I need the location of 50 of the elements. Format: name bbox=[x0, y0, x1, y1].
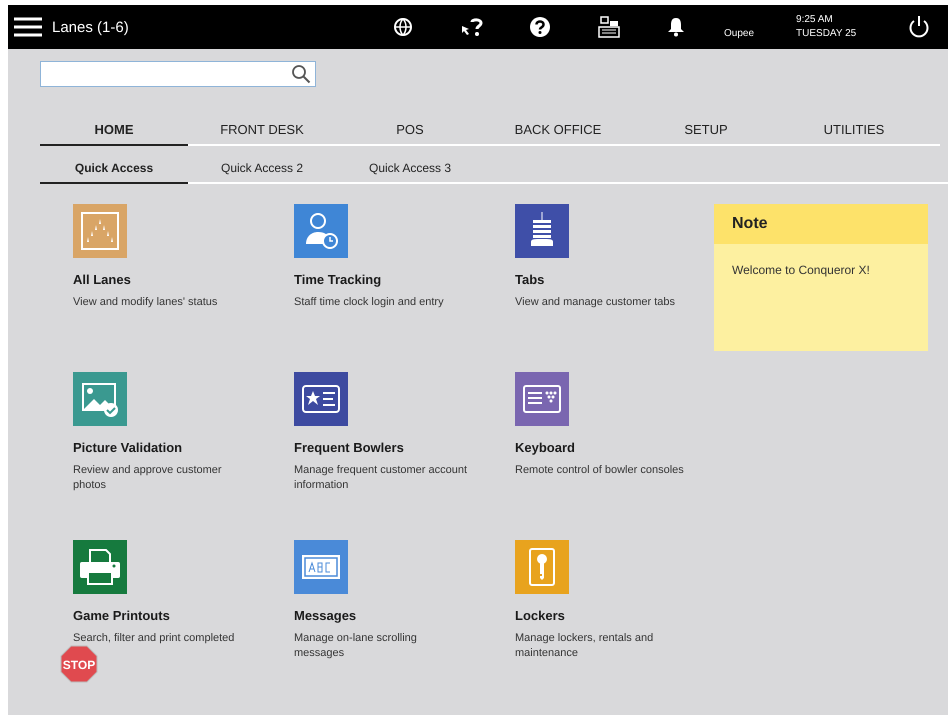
date-label: TUESDAY 25 bbox=[796, 27, 858, 41]
tile-description: Staff time clock login and entry bbox=[294, 295, 445, 310]
note-text: Welcome to Conqueror X! bbox=[731, 262, 871, 279]
tile-title[interactable]: Tabs bbox=[515, 272, 714, 287]
tile-description: View and modify lanes' status bbox=[73, 295, 218, 310]
help-icon[interactable] bbox=[529, 16, 551, 38]
image-check-icon[interactable] bbox=[73, 372, 127, 426]
keyboard-icon[interactable] bbox=[515, 372, 569, 426]
tab[interactable]: Quick Access bbox=[40, 154, 188, 184]
display-icon[interactable] bbox=[294, 540, 348, 594]
note-title: Note bbox=[732, 215, 768, 233]
time-label: 9:25 AM bbox=[796, 13, 834, 27]
tile-title[interactable]: All Lanes bbox=[73, 272, 294, 287]
tile-description: Manage frequent customer account information bbox=[294, 463, 468, 493]
pointer-help-icon[interactable] bbox=[459, 16, 483, 38]
printer-icon[interactable] bbox=[73, 540, 127, 594]
tile-description: Manage lockers, rentals and maintenance bbox=[515, 631, 654, 661]
menu-button[interactable] bbox=[12, 16, 44, 38]
tile-description: Search, filter and print completed bbox=[73, 631, 236, 646]
tab[interactable]: Quick Access 3 bbox=[336, 154, 484, 184]
power-icon[interactable] bbox=[908, 15, 930, 39]
tab[interactable]: UTILITIES bbox=[780, 115, 928, 146]
cash-register-icon[interactable] bbox=[597, 15, 621, 39]
stack-icon[interactable] bbox=[515, 204, 569, 258]
tab[interactable]: POS bbox=[336, 115, 484, 146]
tab[interactable]: HOME bbox=[40, 115, 188, 146]
search-icon[interactable] bbox=[291, 64, 311, 84]
tile-title[interactable]: Time Tracking bbox=[294, 272, 515, 287]
tab[interactable]: SETUP bbox=[632, 115, 780, 146]
star-card-icon[interactable] bbox=[294, 372, 348, 426]
tile-title[interactable]: Lockers bbox=[515, 608, 714, 623]
tile-title[interactable]: Picture Validation bbox=[73, 440, 294, 455]
person-clock-icon[interactable] bbox=[294, 204, 348, 258]
tile-description: Remote control of bowler consoles bbox=[515, 463, 685, 478]
globe-icon[interactable] bbox=[393, 17, 413, 37]
search-field[interactable] bbox=[40, 61, 316, 87]
stop-sign: STOP bbox=[60, 645, 98, 683]
tab[interactable]: FRONT DESK bbox=[188, 115, 336, 146]
tile-title[interactable]: Keyboard bbox=[515, 440, 714, 455]
tile-title[interactable]: Game Printouts bbox=[73, 608, 294, 623]
lanes-title: Lanes (1-6) bbox=[52, 18, 130, 36]
tile-title[interactable]: Messages bbox=[294, 608, 515, 623]
tab[interactable]: BACK OFFICE bbox=[484, 115, 632, 146]
tile-description: View and manage customer tabs bbox=[515, 295, 676, 310]
tab[interactable]: Quick Access 2 bbox=[188, 154, 336, 184]
tile-description: Manage on-lane scrolling messages bbox=[294, 631, 418, 661]
bell-icon[interactable] bbox=[667, 17, 685, 37]
tile-title[interactable]: Frequent Bowlers bbox=[294, 440, 515, 455]
tile-description: Review and approve customer photos bbox=[73, 463, 223, 493]
user-name: Oupee bbox=[724, 28, 754, 38]
